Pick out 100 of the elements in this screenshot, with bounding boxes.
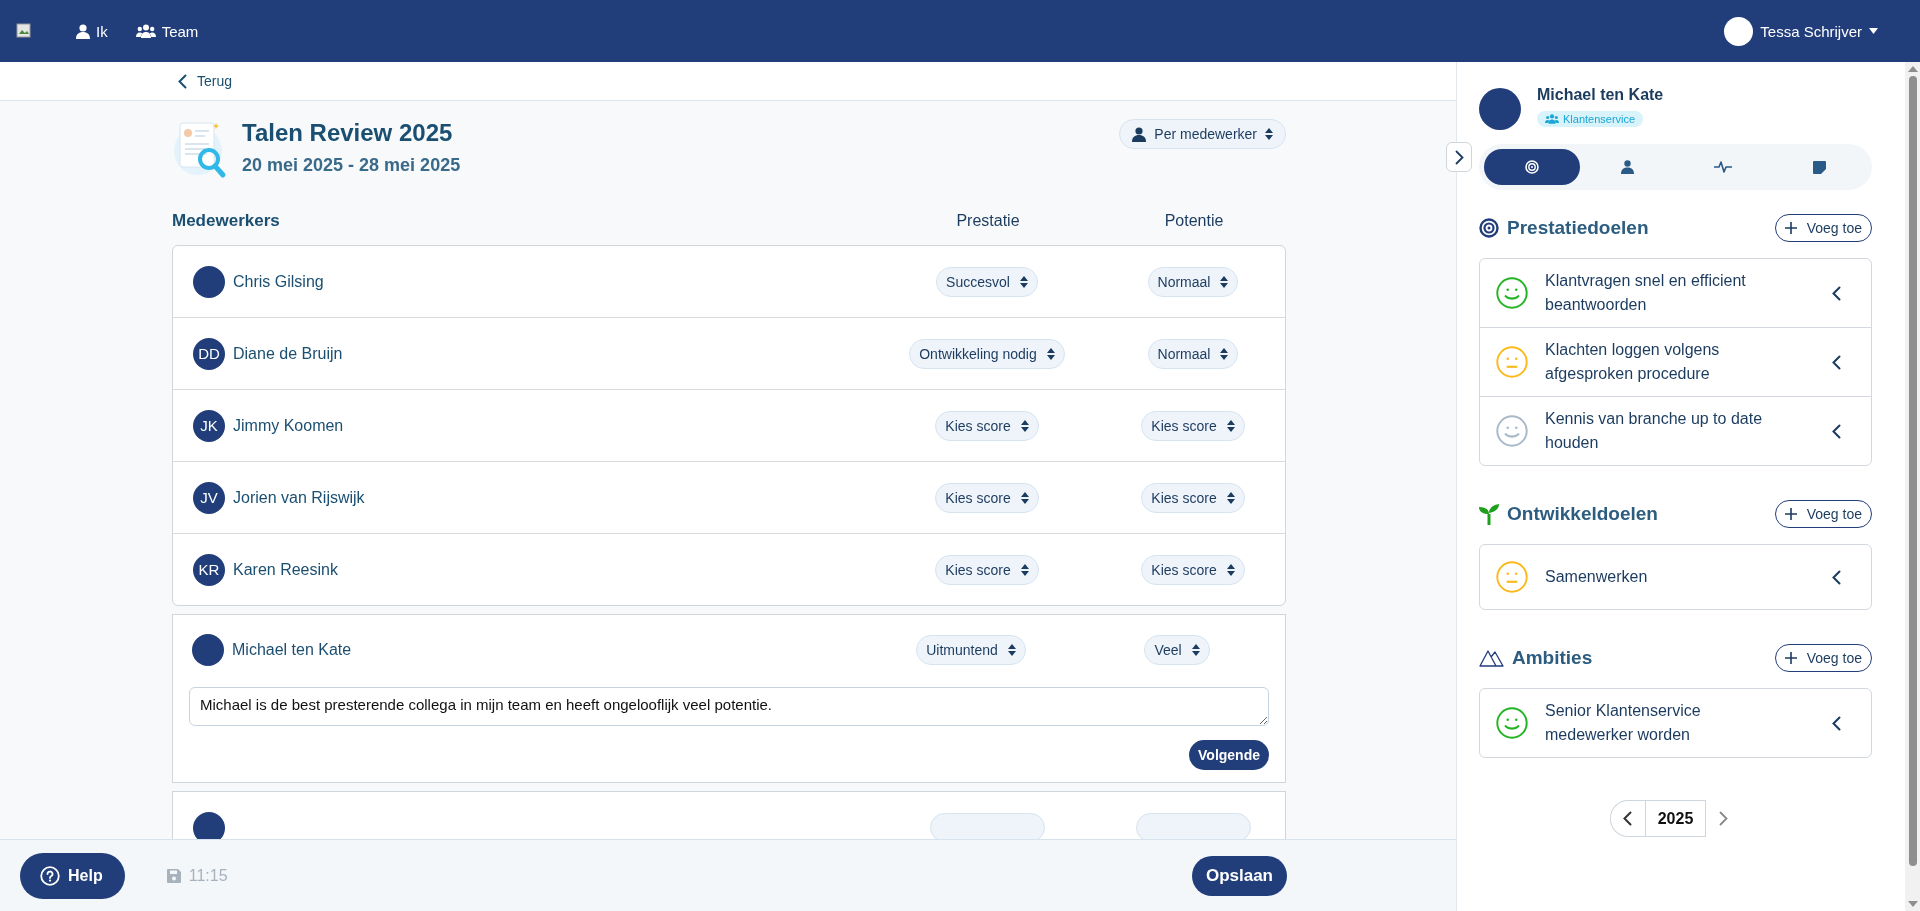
sort-caret-icon <box>1019 275 1028 288</box>
score-select[interactable]: Kies score <box>1141 554 1245 585</box>
score-select[interactable]: Kies score <box>935 410 1039 441</box>
goal-item[interactable]: Klantvragen snel en efficient beantwoorden <box>1480 259 1871 328</box>
score-select[interactable]: Normaal <box>1147 338 1239 369</box>
avatar <box>193 811 225 839</box>
expand-chevron-icon <box>1832 354 1841 370</box>
sort-caret-icon <box>1226 491 1235 504</box>
team-tag: Klantenservice <box>1537 111 1644 127</box>
score-select[interactable]: Succesvol <box>936 266 1038 297</box>
employee-row[interactable]: JK Jimmy Koomen Kies score Kies score <box>173 390 1285 462</box>
score-select[interactable]: Normaal <box>1147 266 1239 297</box>
collapse-button[interactable] <box>1446 142 1472 172</box>
employee-row[interactable]: DD Diane de Bruijn Ontwikkeling nodig Normaal <box>173 318 1285 390</box>
person-icon <box>76 23 90 39</box>
goal-title: Senior Klantenservice medewerker worden <box>1545 701 1702 745</box>
saved-time: 11:15 <box>188 866 228 885</box>
avatar <box>193 265 225 298</box>
goal-title: Klantvragen snel en efficient beantwoorden <box>1545 271 1747 315</box>
score-select[interactable]: Kies score <box>935 482 1039 513</box>
mountains-icon <box>1479 649 1504 667</box>
scroll-down-arrow[interactable] <box>1907 901 1918 907</box>
expand-chevron-icon <box>1832 715 1841 731</box>
expand-chevron-icon <box>1832 285 1841 301</box>
sort-caret-icon <box>1191 644 1200 656</box>
chevron-left-icon <box>1623 811 1633 826</box>
sort-caret-icon <box>1020 563 1029 576</box>
column-header: Potentie <box>1164 212 1224 230</box>
user-menu[interactable]: Tessa Schrijver <box>1724 16 1878 46</box>
year-label: 2025 <box>1644 800 1707 837</box>
caret-icon <box>1869 28 1878 34</box>
column-header: Prestatie <box>956 212 1020 230</box>
score-select[interactable]: Uitmuntend <box>916 635 1026 665</box>
goal-title: Klachten loggen volgens afgesproken procedure <box>1545 340 1721 384</box>
add-button[interactable]: Voeg toe <box>1774 500 1872 528</box>
view-select[interactable]: Per medewerker <box>1119 119 1286 149</box>
employee-name: Chris Gilsing <box>233 272 324 291</box>
review-dates: 20 mei 2025 - 28 mei 2025 <box>242 155 461 176</box>
help-icon <box>40 865 60 886</box>
score-select[interactable]: Kies score <box>1141 410 1245 441</box>
person-icon <box>1132 126 1147 142</box>
goal-item[interactable]: Kennis van branche up to date houden <box>1480 397 1871 465</box>
help-button[interactable]: Help <box>20 852 125 899</box>
chevron-right-icon <box>1454 149 1464 165</box>
goal-title: Samenwerken <box>1545 567 1649 587</box>
goal-item[interactable]: Klachten loggen volgens afgesproken procedure <box>1480 328 1871 397</box>
expand-chevron-icon <box>1832 423 1841 439</box>
expand-chevron-icon <box>1832 569 1841 585</box>
panel-tab[interactable] <box>1484 149 1580 185</box>
sort-caret-icon <box>1220 275 1229 288</box>
pulse-icon <box>1714 161 1733 173</box>
employee-name: Jorien van Rijswijk <box>233 488 365 507</box>
sprout-icon <box>1479 503 1499 525</box>
add-button[interactable]: Voeg toe <box>1774 214 1872 242</box>
score-select[interactable]: Veel <box>1144 635 1210 665</box>
sort-caret-icon <box>1226 563 1235 576</box>
nav-link[interactable]: Ik <box>76 22 108 40</box>
sort-caret-icon <box>1020 491 1029 504</box>
employee-name: Diane de Bruijn <box>233 344 343 363</box>
chevron-left-icon <box>178 73 187 89</box>
employee-name: Michael ten Kate <box>1537 86 1664 104</box>
section-title: Ambities <box>1512 647 1593 669</box>
plus-icon <box>1784 652 1797 664</box>
section-title: Prestatiedoelen <box>1507 217 1649 239</box>
goal-item[interactable]: Samenwerken <box>1480 545 1871 609</box>
employee-name: Michael ten Kate <box>232 641 352 659</box>
people-icon <box>135 24 156 38</box>
score-select[interactable]: Kies score <box>1141 482 1245 513</box>
column-header: Medewerkers <box>172 211 280 231</box>
nav-link[interactable]: Team <box>135 22 199 40</box>
employee-row[interactable]: Chris Gilsing Succesvol Normaal <box>173 246 1285 318</box>
person-icon <box>1621 160 1635 174</box>
employee-row[interactable]: KR Karen Reesink Kies score Kies score <box>173 534 1285 605</box>
next-button[interactable]: Volgende <box>1189 740 1269 770</box>
add-button[interactable]: Voeg toe <box>1774 644 1872 672</box>
employee-name: Jimmy Koomen <box>233 416 344 435</box>
sort-caret-icon <box>1220 347 1229 360</box>
previous-year-button[interactable] <box>1609 800 1645 837</box>
note-icon <box>1812 160 1826 174</box>
sort-caret-icon <box>1046 347 1055 360</box>
score-select[interactable]: Kies score <box>935 554 1039 585</box>
avatar: DD <box>193 337 225 370</box>
employee-row[interactable]: JV Jorien van Rijswijk Kies score Kies score <box>173 462 1285 534</box>
avatar <box>1724 16 1754 46</box>
goal-title: Kennis van branche up to date houden <box>1545 409 1764 453</box>
sort-caret-icon <box>1265 128 1273 140</box>
sort-caret-icon <box>1226 419 1235 432</box>
save-button[interactable]: Opslaan <box>1191 855 1287 896</box>
broken-image-icon <box>16 23 32 39</box>
section-title: Ontwikkeldoelen <box>1507 503 1658 525</box>
comment-field[interactable]: Michael is de best presterende collega in mijn team en heeft ongelooflijk veel potentie. <box>189 687 1269 726</box>
avatar <box>1479 88 1521 130</box>
scrollbar-thumb[interactable] <box>1908 76 1917 866</box>
score-select[interactable]: Ontwikkeling nodig <box>909 338 1065 369</box>
target-icon <box>1479 218 1499 238</box>
people-icon <box>1545 114 1559 124</box>
avatar: JV <box>193 481 225 514</box>
goal-item[interactable]: Senior Klantenservice medewerker worden <box>1480 689 1871 757</box>
plus-icon <box>1784 508 1797 520</box>
back-link[interactable]: Terug <box>178 73 233 89</box>
